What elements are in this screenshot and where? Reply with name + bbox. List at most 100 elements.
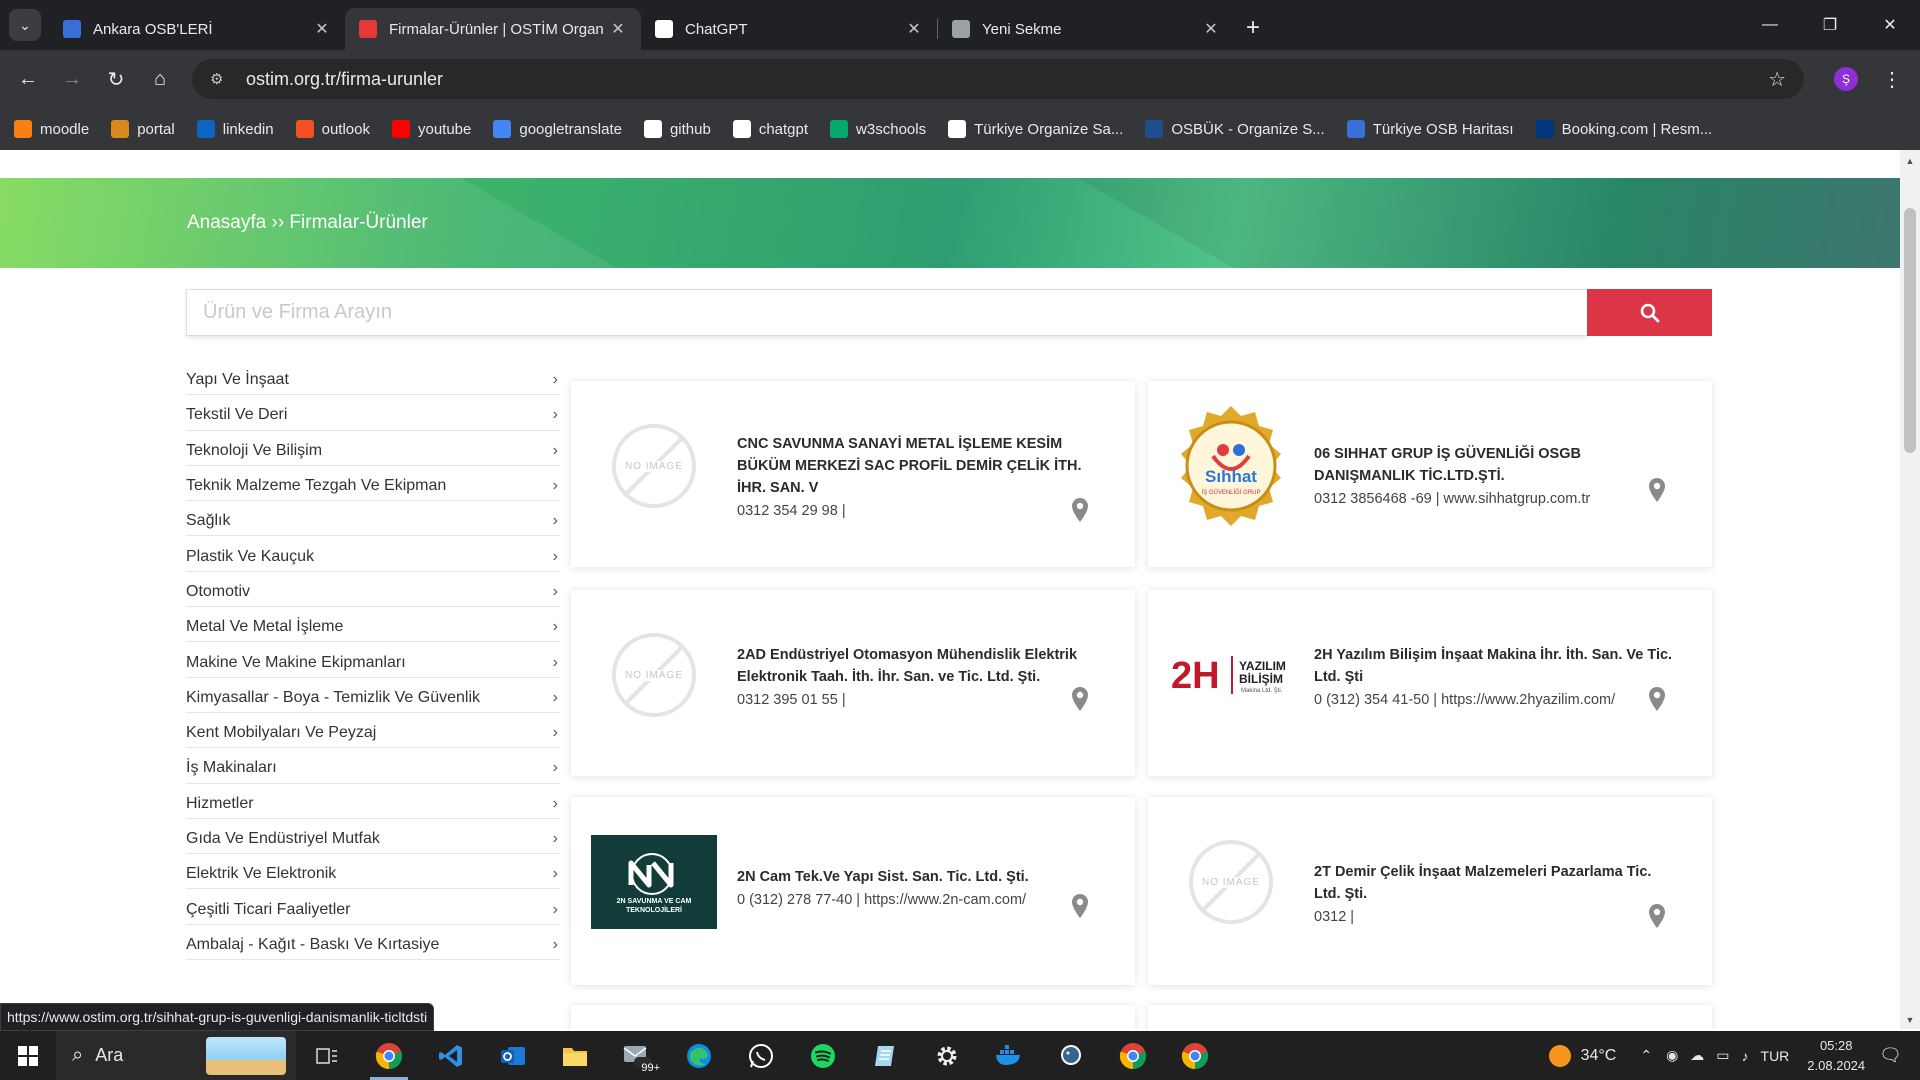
bookmark-item[interactable]: portal — [111, 120, 175, 138]
taskbar-search[interactable]: ⌕ Ara — [56, 1031, 296, 1080]
new-tab-button[interactable]: + — [1246, 14, 1260, 42]
network-icon[interactable]: ☁ — [1690, 1047, 1704, 1064]
bookmark-item[interactable]: github — [643, 120, 711, 138]
company-logo[interactable]: NO IMAGE — [591, 403, 717, 529]
location-pin-icon[interactable] — [1648, 903, 1666, 929]
category-item[interactable]: İş Makinaları › — [186, 748, 560, 784]
minimize-button[interactable]: — — [1740, 0, 1800, 50]
chrome-taskbar-icon-2[interactable] — [1102, 1031, 1164, 1080]
category-item[interactable]: Teknik Malzeme Tezgah Ve Ekipman › — [186, 466, 560, 502]
vscode-taskbar-icon[interactable] — [420, 1031, 482, 1080]
back-button[interactable]: ← — [6, 68, 50, 91]
location-pin-icon[interactable] — [1071, 497, 1089, 523]
category-item[interactable]: Gıda Ve Endüstriyel Mutfak › — [186, 819, 560, 855]
close-window-button[interactable]: ✕ — [1860, 0, 1920, 50]
bookmark-item[interactable]: chatgpt — [732, 120, 808, 138]
company-card-partial[interactable] — [1148, 1005, 1712, 1029]
postgres-taskbar-icon[interactable] — [1040, 1031, 1102, 1080]
breadcrumb[interactable]: Anasayfa ›› Firmalar-Ürünler — [187, 212, 428, 234]
company-logo[interactable]: NO IMAGE — [591, 612, 717, 738]
browser-tab[interactable]: ChatGPT ✕ — [641, 8, 937, 50]
bookmark-item[interactable]: Türkiye OSB Haritası — [1346, 120, 1514, 138]
scrollbar-thumb[interactable] — [1904, 208, 1916, 453]
location-pin-icon[interactable] — [1648, 686, 1666, 712]
spotify-taskbar-icon[interactable] — [792, 1031, 854, 1080]
category-item[interactable]: Metal Ve Metal İşleme › — [186, 607, 560, 643]
location-pin-icon[interactable] — [1071, 893, 1089, 919]
browser-tab[interactable]: Ankara OSB'LERİ ✕ — [49, 8, 345, 50]
chrome-taskbar-icon-3[interactable] — [1164, 1031, 1226, 1080]
company-card[interactable]: NO IMAGE CNC SAVUNMA SANAYİ METAL İŞLEME… — [571, 381, 1135, 567]
category-item[interactable]: Otomotiv › — [186, 572, 560, 608]
file-explorer-icon[interactable] — [544, 1031, 606, 1080]
maximize-button[interactable]: ❐ — [1800, 0, 1860, 50]
language-indicator[interactable]: TUR — [1761, 1048, 1790, 1064]
company-card[interactable]: Sıhhat İŞ GÜVENLİĞİ GRUP 06 SIHHAT GRUP … — [1148, 381, 1712, 567]
tab-close-icon[interactable]: ✕ — [905, 19, 923, 39]
company-logo[interactable]: NO IMAGE — [1168, 819, 1294, 945]
scroll-up-arrow[interactable]: ▲ — [1900, 156, 1920, 166]
bookmark-item[interactable]: w3schools — [830, 120, 926, 138]
start-button[interactable] — [0, 1045, 56, 1066]
company-name[interactable]: 2H Yazılım Bilişim İnşaat Makina İhr. İt… — [1314, 644, 1674, 688]
battery-icon[interactable]: ▭ — [1716, 1047, 1729, 1064]
bookmark-item[interactable]: Booking.com | Resm... — [1535, 120, 1712, 138]
task-view-icon[interactable] — [296, 1031, 358, 1080]
notepad-taskbar-icon[interactable] — [854, 1031, 916, 1080]
company-card[interactable]: NO IMAGE 2AD Endüstriyel Otomasyon Mühen… — [571, 590, 1135, 776]
chrome-taskbar-icon[interactable] — [358, 1031, 420, 1080]
company-card-partial[interactable] — [571, 1005, 1135, 1029]
category-item[interactable]: Elektrik Ve Elektronik › — [186, 854, 560, 890]
edge-taskbar-icon[interactable] — [668, 1031, 730, 1080]
tab-close-icon[interactable]: ✕ — [313, 19, 331, 39]
browser-tab[interactable]: Firmalar-Ürünler | OSTİM Organ ✕ — [345, 8, 641, 50]
company-name[interactable]: CNC SAVUNMA SANAYİ METAL İŞLEME KESİM BÜ… — [737, 433, 1097, 499]
bookmark-item[interactable]: outlook — [295, 120, 370, 138]
company-card[interactable]: 2H YAZILIM BİLİŞİM Makina Ltd. Şti. 2H Y… — [1148, 590, 1712, 776]
bookmark-item[interactable]: moodle — [14, 120, 89, 138]
mail-app-icon[interactable]: 99+ — [606, 1031, 668, 1080]
home-button[interactable]: ⌂ — [138, 68, 182, 91]
outlook-taskbar-icon[interactable] — [482, 1031, 544, 1080]
search-input[interactable] — [186, 289, 1587, 336]
whatsapp-taskbar-icon[interactable] — [730, 1031, 792, 1080]
browser-menu-icon[interactable]: ⋮ — [1882, 67, 1902, 92]
site-info-icon[interactable]: ⚙ — [210, 70, 232, 88]
bookmark-item[interactable]: Türkiye Organize Sa... — [948, 120, 1123, 138]
scroll-down-arrow[interactable]: ▼ — [1900, 1015, 1920, 1025]
forward-button[interactable]: → — [50, 68, 94, 91]
notifications-icon[interactable]: 🗨 — [1879, 1045, 1902, 1066]
company-name[interactable]: 2N Cam Tek.Ve Yapı Sist. San. Tic. Ltd. … — [737, 866, 1097, 888]
category-item[interactable]: Makine Ve Makine Ekipmanları › — [186, 642, 560, 678]
tab-close-icon[interactable]: ✕ — [1202, 19, 1220, 39]
bookmark-item[interactable]: googletranslate — [493, 120, 622, 138]
taskbar-clock[interactable]: 05:28 2.08.2024 — [1807, 1036, 1865, 1076]
category-item[interactable]: Sağlık › — [186, 501, 560, 537]
category-item[interactable]: Tekstil Ve Deri › — [186, 395, 560, 431]
category-item[interactable]: Kimyasallar - Boya - Temizlik Ve Güvenli… — [186, 678, 560, 713]
category-item[interactable]: Teknoloji Ve Bilişim › — [186, 431, 560, 466]
category-item[interactable]: Hizmetler › — [186, 784, 560, 819]
browser-tab[interactable]: Yeni Sekme ✕ — [938, 8, 1234, 50]
company-card[interactable]: 2N SAVUNMA VE CAM TEKNOLOJİLERİ 2N Cam T… — [571, 797, 1135, 985]
bookmark-item[interactable]: linkedin — [196, 120, 274, 138]
category-item[interactable]: Plastik Ve Kauçuk › — [186, 536, 560, 572]
profile-avatar[interactable]: Ş — [1834, 67, 1858, 91]
weather-temp[interactable]: 34°C — [1581, 1047, 1617, 1065]
reload-button[interactable]: ↻ — [94, 67, 138, 92]
location-pin-icon[interactable] — [1071, 686, 1089, 712]
location-pin-icon[interactable] — [1648, 477, 1666, 503]
settings-taskbar-icon[interactable] — [916, 1031, 978, 1080]
volume-icon[interactable]: ♪ — [1742, 1048, 1749, 1064]
company-logo[interactable]: 2H YAZILIM BİLİŞİM Makina Ltd. Şti. — [1168, 612, 1294, 738]
tab-close-icon[interactable]: ✕ — [609, 19, 627, 39]
page-scrollbar[interactable]: ▲ ▼ — [1900, 150, 1920, 1029]
bookmark-item[interactable]: youtube — [391, 120, 471, 138]
bookmark-item[interactable]: OSBÜK - Organize S... — [1145, 120, 1325, 138]
category-item[interactable]: Çeşitli Ticari Faaliyetler › — [186, 889, 560, 925]
address-bar[interactable]: ⚙ ostim.org.tr/firma-urunler ☆ — [192, 59, 1804, 99]
tab-search-button[interactable]: ⌄ — [9, 9, 41, 41]
company-card[interactable]: NO IMAGE 2T Demir Çelik İnşaat Malzemele… — [1148, 797, 1712, 985]
company-name[interactable]: 06 SIHHAT GRUP İŞ GÜVENLİĞİ OSGB DANIŞMA… — [1314, 443, 1674, 487]
category-item[interactable]: Yapı Ve İnşaat › — [186, 360, 560, 396]
